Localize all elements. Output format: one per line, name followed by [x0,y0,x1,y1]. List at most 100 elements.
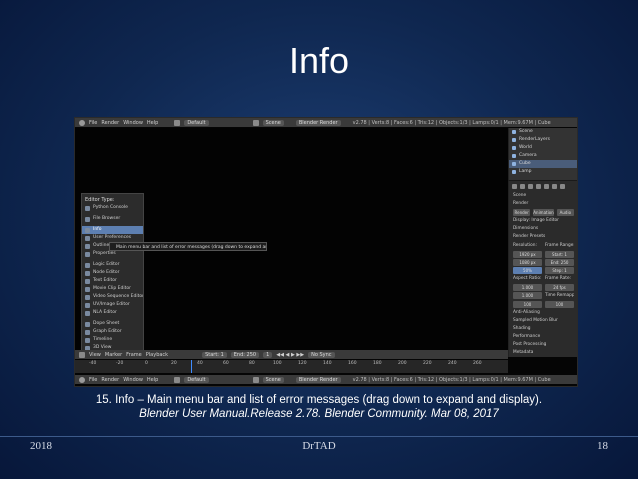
timeline-menu-marker[interactable]: Marker [105,352,122,358]
timeline-number: 200 [398,361,407,366]
editor-type-menu: Editor Type: Python Console File Browser… [81,193,144,353]
outliner-item-cube[interactable]: Cube [509,160,577,168]
outliner-item-camera[interactable]: Camera [509,152,577,160]
outliner-item-lamp[interactable]: Lamp [509,168,577,176]
render-engine-select[interactable]: Blender Render [295,376,341,383]
properties-panel: Scene Render Render Animation Audio Disp… [508,180,577,357]
menu-item-movie-clip-editor[interactable]: Movie Clip Editor [82,285,143,293]
sampled-motion-blur-section[interactable]: Sampled Motion Blur [509,317,577,325]
timeline-playhead[interactable] [191,360,192,373]
frame-step-field[interactable]: Step: 1 [545,267,574,274]
render-tab-icon[interactable] [512,184,517,189]
layout-select[interactable]: Default [184,376,209,383]
blender-screenshot: File Render Window Help Default Scene Bl… [74,117,578,387]
metadata-section[interactable]: Metadata [509,349,577,357]
menu-item-logic-editor[interactable]: Logic Editor [82,261,143,269]
menu-item-user-preferences[interactable]: User Preferences [82,234,143,242]
anti-aliasing-section[interactable]: Anti-Aliasing [509,309,577,317]
audio-button[interactable]: Audio [556,209,574,216]
post-processing-section[interactable]: Post Processing [509,341,577,349]
timeline-area[interactable]: -40 -20 0 20 40 60 80 100 120 140 160 18… [75,360,508,373]
menu-render[interactable]: Render [101,120,119,126]
footer-page-number: 18 [597,440,608,452]
menu-item-python-console[interactable]: Python Console [82,204,143,212]
timeline-menu-frame[interactable]: Frame [126,352,142,358]
timeline-editor-icon[interactable] [79,351,85,358]
timeline-number: 20 [171,361,177,366]
sync-select[interactable]: No Sync [308,351,335,358]
resolution-y-field[interactable]: 1080 px [513,259,542,266]
menu-item-timeline[interactable]: Timeline [82,336,143,344]
time-old-field[interactable]: 100 [513,301,542,308]
menu-item-node-editor[interactable]: Node Editor [82,269,143,277]
menu-render[interactable]: Render [101,377,119,383]
render-engine-select[interactable]: Blender Render [295,119,341,126]
scene-select[interactable]: Scene [262,119,284,126]
timeline-current-frame[interactable]: 1 [263,351,273,358]
resolution-x-field[interactable]: 1920 px [513,251,542,258]
menu-window[interactable]: Window [123,120,143,126]
timeline-number: -20 [116,361,124,366]
dimensions-section-label[interactable]: Dimensions [509,225,577,233]
timeline-header: View Marker Frame Playback Start: 1 End:… [75,350,508,359]
playback-controls-icon[interactable]: ◀◀ ◀ ▶ ▶▶ [276,352,304,358]
layout-select[interactable]: Default [184,119,209,126]
time-remapping-label: Time Remapping: [545,293,574,298]
menu-help[interactable]: Help [147,120,158,126]
properties-breadcrumb: Scene [513,193,527,198]
scene-icon [252,119,259,126]
menu-item-graph-editor[interactable]: Graph Editor [82,328,143,336]
timeline-start-field[interactable]: Start: 1 [202,351,227,358]
menu-item-nla-editor[interactable]: NLA Editor [82,309,143,317]
caption-line-1: 15. Info – Main menu bar and list of err… [95,394,543,406]
outliner-item-renderlayers[interactable]: RenderLayers [509,136,577,144]
menu-item-uv-image-editor[interactable]: UV/Image Editor [82,301,143,309]
shading-section[interactable]: Shading [509,325,577,333]
display-select[interactable]: Image Editor [531,218,559,223]
menu-item-text-editor[interactable]: Text Editor [82,277,143,285]
layers-tab-icon[interactable] [520,184,525,189]
object-tab-icon[interactable] [544,184,549,189]
timeline-number: 60 [223,361,229,366]
menu-file[interactable]: File [89,377,97,383]
scene-tab-icon[interactable] [528,184,533,189]
scene-stats: v2.78 | Verts:8 | Faces:6 | Tris:12 | Ob… [352,119,551,126]
world-tab-icon[interactable] [536,184,541,189]
render-presets-select[interactable]: Render Presets [509,233,577,241]
timeline-number: 40 [197,361,203,366]
render-button[interactable]: Render [513,209,531,216]
display-label: Display: [513,218,530,223]
aspect-y-field[interactable]: 1.000 [513,292,542,299]
menu-window[interactable]: Window [123,377,143,383]
timeline-number: 140 [323,361,332,366]
timeline-end-field[interactable]: End: 250 [230,351,260,358]
resolution-percent-field[interactable]: 50% [513,267,542,274]
layout-icon [174,376,181,383]
modifier-tab-icon[interactable] [552,184,557,189]
menu-item-file-browser[interactable]: File Browser [82,215,143,223]
menu-file[interactable]: File [89,120,97,126]
timeline-menu-playback[interactable]: Playback [146,352,168,358]
timeline-menu-view[interactable]: View [89,352,101,358]
menu-help[interactable]: Help [147,377,158,383]
time-new-field[interactable]: 100 [545,301,574,308]
menu-item-info[interactable]: Info [82,226,143,234]
aspect-x-field[interactable]: 1.000 [513,284,542,291]
resolution-label: Resolution: [513,243,537,248]
animation-button[interactable]: Animation [533,209,554,216]
outliner-item-scene[interactable]: Scene [509,128,577,136]
material-tab-icon[interactable] [560,184,565,189]
render-section-label[interactable]: Render [509,200,577,208]
outliner-item-world[interactable]: World [509,144,577,152]
menu-item-dope-sheet[interactable]: Dope Sheet [82,320,143,328]
viewport-area[interactable]: Editor Type: Python Console File Browser… [75,128,508,353]
menu-item-video-sequence-editor[interactable]: Video Sequence Editor [82,293,143,301]
scene-select[interactable]: Scene [262,376,284,383]
end-frame-field[interactable]: End: 250 [545,259,574,266]
editor-type-header: Editor Type: [85,197,115,203]
performance-section[interactable]: Performance [509,333,577,341]
info-tooltip: Main menu bar and list of error messages… [109,242,267,251]
start-frame-field[interactable]: Start: 1 [545,251,574,258]
fps-select[interactable]: 24 fps [545,284,574,291]
menu-item-properties[interactable]: Properties [82,250,143,258]
